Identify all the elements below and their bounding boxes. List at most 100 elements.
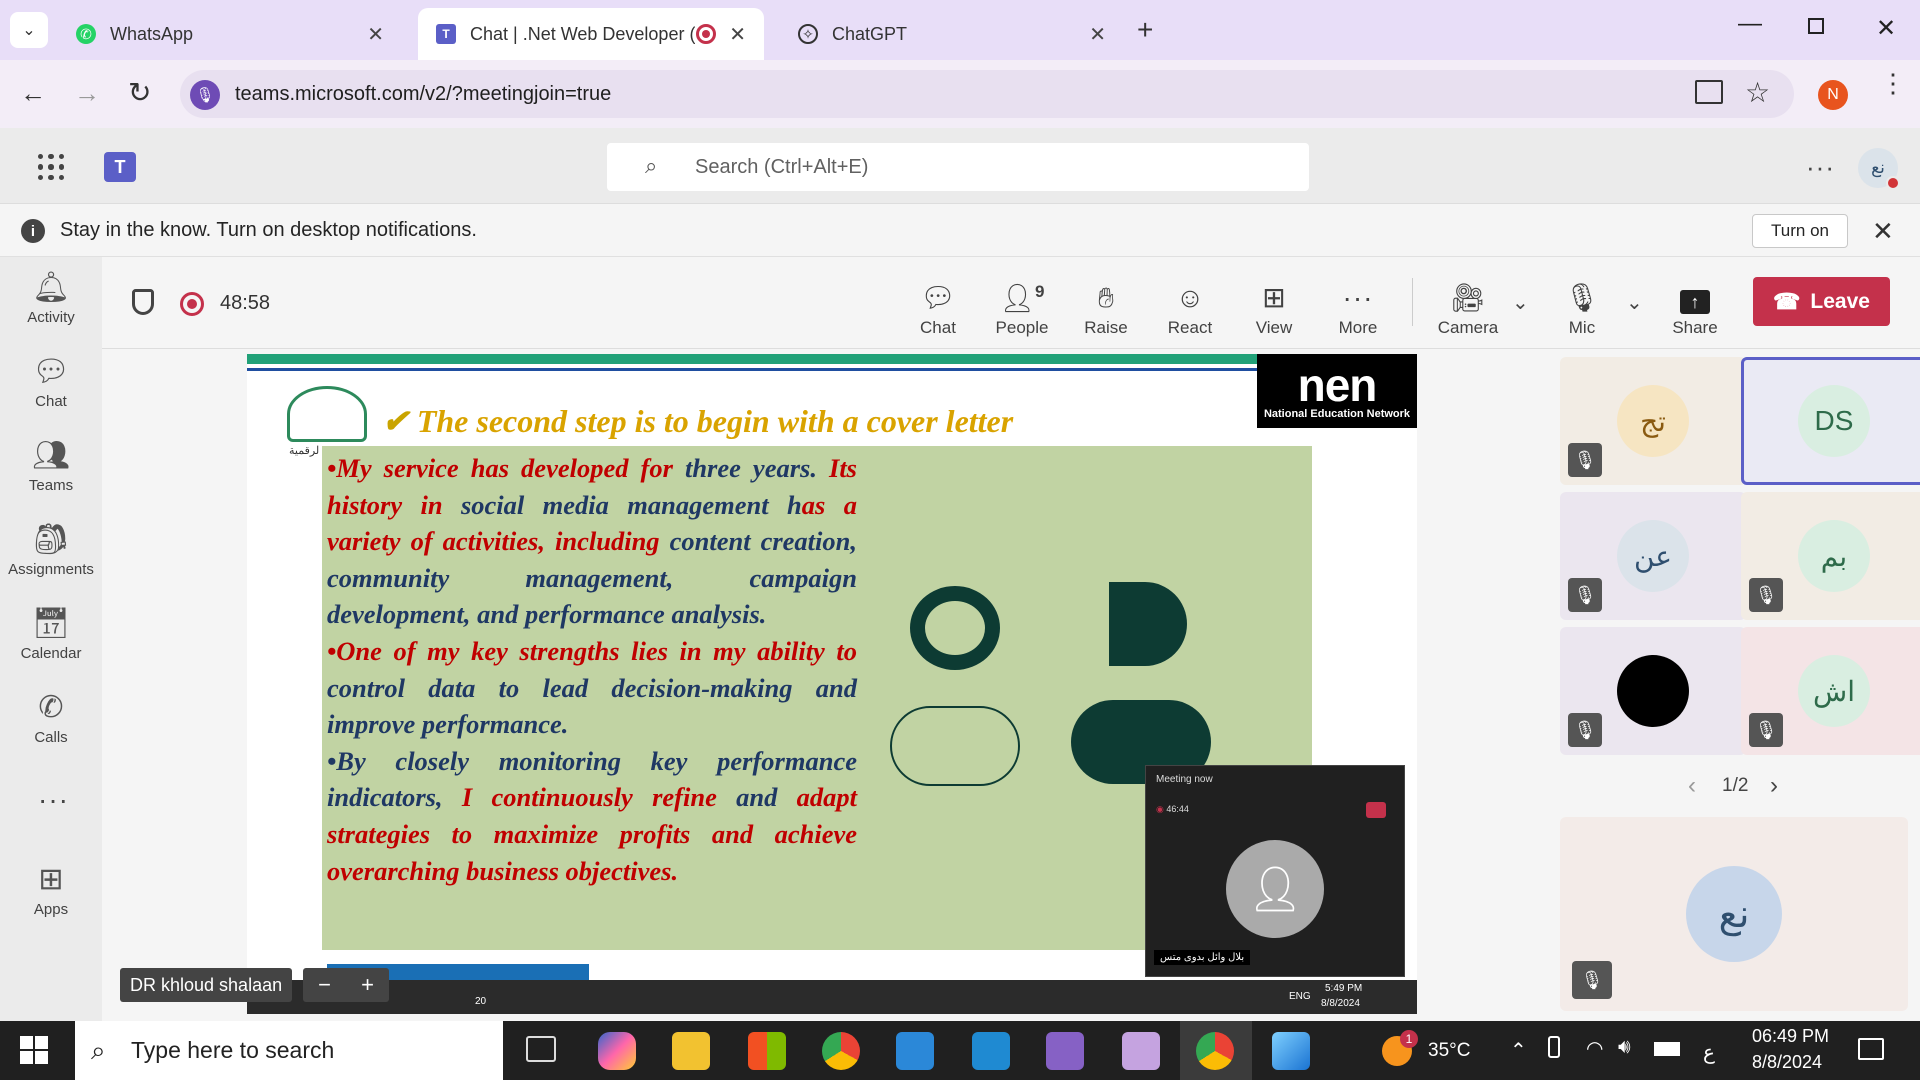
tab-teams-chat[interactable]: T Chat | .Net Web Developer ( ✕ xyxy=(418,8,764,60)
participant-tile[interactable]: بم 🎙︎ xyxy=(1741,492,1920,620)
chat-button[interactable]: 💬︎ Chat xyxy=(898,272,978,338)
battery-icon[interactable] xyxy=(1654,1042,1680,1056)
participant-tile[interactable]: اش 🎙︎ xyxy=(1741,627,1920,755)
rail-label: Calendar xyxy=(20,644,82,662)
search-icon: ⌕ xyxy=(645,153,658,178)
clock-date[interactable]: 8/8/2024 xyxy=(1752,1052,1822,1073)
rail-teams[interactable]: 👥︎ Teams xyxy=(0,426,102,506)
people-icon: 👤︎9 xyxy=(999,281,1045,313)
teams-search-input[interactable]: ⌕ Search (Ctrl+Alt+E) xyxy=(607,143,1309,191)
rail-apps[interactable]: ⊞ Apps xyxy=(0,850,102,930)
vscode-icon[interactable] xyxy=(972,1032,1010,1070)
participant-tile[interactable]: تج 🎙︎ xyxy=(1560,357,1746,485)
more-apps-icon[interactable]: ··· xyxy=(38,784,69,816)
whatsapp-icon: ✆ xyxy=(76,24,96,44)
url-text: teams.microsoft.com/v2/?meetingjoin=true xyxy=(235,82,612,105)
leave-label: Leave xyxy=(1810,289,1870,313)
slide-shape-ring xyxy=(910,586,1000,670)
camera-button[interactable]: 🎥︎ Camera xyxy=(1428,272,1508,338)
leave-button[interactable]: ☎ Leave xyxy=(1753,277,1890,326)
restore-window-button[interactable] xyxy=(1808,18,1824,34)
participant-tile-active[interactable]: DS xyxy=(1741,357,1920,485)
address-bar[interactable]: teams.microsoft.com/v2/?meetingjoin=true xyxy=(180,70,1794,118)
back-button[interactable]: ← xyxy=(20,78,46,109)
turn-on-notifications-button[interactable]: Turn on xyxy=(1752,214,1848,248)
close-window-button[interactable]: ✕ xyxy=(1876,14,1896,43)
tray-chevron-icon[interactable]: ⌃ xyxy=(1510,1038,1527,1063)
raise-hand-button[interactable]: ✋︎ Raise xyxy=(1066,272,1146,338)
windows-search-input[interactable]: ⌕ Type here to search xyxy=(75,1021,503,1080)
chrome-active-icon[interactable] xyxy=(1196,1032,1234,1070)
user-avatar[interactable]: نع xyxy=(1858,148,1900,190)
prev-page-icon[interactable]: ‹ xyxy=(1688,772,1696,800)
new-tab-button[interactable]: + xyxy=(1137,14,1153,46)
people-button[interactable]: 👤︎9 People xyxy=(982,272,1062,338)
rail-chat[interactable]: 💬︎ Chat xyxy=(0,342,102,422)
rail-assignments[interactable]: 🎒︎ Assignments xyxy=(0,510,102,590)
mini-meeting-window: Meeting now ◉ 46:44 👤︎ بلال وائل بدوى مت… xyxy=(1145,765,1405,977)
view-button[interactable]: ⊞ View xyxy=(1234,272,1314,338)
close-tab-icon[interactable]: ✕ xyxy=(729,22,746,47)
minimize-window-button[interactable]: — xyxy=(1738,10,1762,38)
task-view-icon[interactable] xyxy=(526,1036,556,1062)
button-label: More xyxy=(1338,318,1378,337)
start-button[interactable] xyxy=(20,1036,48,1064)
shield-icon xyxy=(132,289,154,315)
self-view-tile[interactable]: نع 🎙︎ xyxy=(1560,817,1908,1011)
rail-calls[interactable]: ✆ Calls xyxy=(0,678,102,758)
mic-muted-icon: 🎙︎ xyxy=(1568,578,1602,612)
star-icon[interactable]: ☆ xyxy=(1745,76,1770,109)
reload-button[interactable]: ↻ xyxy=(128,76,151,109)
copilot-icon[interactable] xyxy=(598,1032,636,1070)
forward-button[interactable]: → xyxy=(74,78,100,109)
profile-avatar[interactable]: N xyxy=(1818,80,1848,110)
mic-options-chevron-icon[interactable]: ⌄ xyxy=(1626,290,1643,315)
windows-search-placeholder: Type here to search xyxy=(131,1037,335,1063)
button-label: Chat xyxy=(920,318,956,337)
wifi-icon[interactable]: ◠ xyxy=(1586,1036,1603,1061)
install-app-icon[interactable] xyxy=(1695,80,1723,104)
shared-taskbar-lang: ENG xyxy=(1289,991,1311,1002)
chrome-icon[interactable] xyxy=(822,1032,860,1070)
zoom-out-icon[interactable]: − xyxy=(318,972,331,998)
input-language[interactable]: ع xyxy=(1703,1040,1715,1065)
settings-more-icon[interactable]: ··· xyxy=(1806,152,1835,183)
zoom-controls[interactable]: − + xyxy=(303,968,389,1002)
hangup-icon: ☎ xyxy=(1773,288,1801,314)
recording-indicator-icon xyxy=(180,292,204,316)
app-launcher-icon[interactable] xyxy=(38,154,64,180)
zoom-in-icon[interactable]: + xyxy=(361,972,374,998)
more-button[interactable]: ··· More xyxy=(1318,272,1398,338)
self-avatar: نع xyxy=(1686,866,1782,962)
tray-usb-icon[interactable] xyxy=(1548,1036,1560,1058)
tab-search-button[interactable]: ⌄ xyxy=(10,12,48,48)
browser-menu-icon[interactable]: ⋮ xyxy=(1880,70,1906,96)
share-button[interactable]: ↑ Share xyxy=(1655,272,1735,338)
microphone-icon[interactable]: 🎙 xyxy=(190,80,220,110)
notification-center-icon[interactable] xyxy=(1858,1038,1884,1060)
file-explorer-icon[interactable] xyxy=(672,1032,710,1070)
mic-button[interactable]: 🎙︎ Mic xyxy=(1542,272,1622,338)
weather-temp[interactable]: 35°C xyxy=(1428,1040,1470,1062)
rail-calendar[interactable]: 📅︎ Calendar xyxy=(0,594,102,674)
snipping-tool-icon[interactable] xyxy=(1122,1032,1160,1070)
tab-chatgpt[interactable]: ✧ ChatGPT ✕ xyxy=(780,8,1124,60)
rail-activity[interactable]: 🔔︎ Activity xyxy=(0,258,102,338)
visual-studio-icon[interactable] xyxy=(1046,1032,1084,1070)
react-button[interactable]: ☺ React xyxy=(1150,272,1230,338)
store-icon[interactable] xyxy=(748,1032,786,1070)
tab-whatsapp[interactable]: ✆ WhatsApp ✕ xyxy=(58,8,402,60)
close-tab-icon[interactable]: ✕ xyxy=(1089,22,1106,47)
dismiss-banner-icon[interactable]: ✕ xyxy=(1872,216,1894,247)
participant-tile[interactable]: عن 🎙︎ xyxy=(1560,492,1746,620)
volume-icon[interactable]: 🔊︎ xyxy=(1618,1036,1631,1059)
photos-icon[interactable] xyxy=(1272,1032,1310,1070)
mail-icon[interactable] xyxy=(896,1032,934,1070)
chevron-down-icon: ⌄ xyxy=(22,22,36,39)
hand-icon: ✋︎ xyxy=(1098,282,1114,313)
participant-tile[interactable]: 🎙︎ xyxy=(1560,627,1746,755)
clock-time[interactable]: 06:49 PM xyxy=(1752,1026,1829,1047)
camera-options-chevron-icon[interactable]: ⌄ xyxy=(1512,290,1529,315)
next-page-icon[interactable]: › xyxy=(1770,772,1778,800)
close-tab-icon[interactable]: ✕ xyxy=(367,22,384,47)
